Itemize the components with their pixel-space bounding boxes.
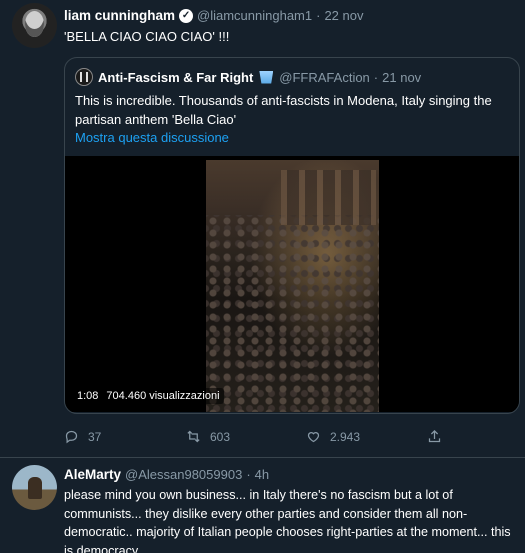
share-button[interactable] (427, 429, 442, 444)
reply-button[interactable]: 37 (64, 429, 101, 444)
reply-text: please mind you own business... in Italy… (64, 488, 511, 553)
quote-header: Anti-Fascism & Far Right @FFRAFAction · … (75, 68, 421, 86)
avatar[interactable] (12, 465, 57, 510)
separator-dot: · (373, 69, 379, 85)
show-thread-link[interactable]: Mostra questa discussione (75, 130, 229, 145)
like-button[interactable]: 2.943 (306, 429, 360, 444)
quote-text: This is incredible. Thousands of anti-fa… (75, 93, 492, 127)
retweet-icon (187, 430, 200, 443)
share-icon (428, 429, 441, 443)
quote-avatar[interactable] (75, 68, 93, 86)
reply-time[interactable]: 4h (255, 467, 269, 482)
author-handle[interactable]: @liamcunningham1 (197, 8, 312, 23)
quote-author-handle[interactable]: @FFRAFAction (279, 70, 370, 85)
separator-dot: · (246, 467, 251, 482)
main-tweet[interactable]: liam cunningham ✓ @liamcunningham1 · 22 … (0, 0, 525, 458)
tweet-header: liam cunningham ✓ @liamcunningham1 · 22 … (64, 8, 364, 23)
retweet-button[interactable]: 603 (186, 429, 230, 444)
glass-icon (259, 70, 274, 84)
video-duration: 1:08 (77, 390, 99, 402)
avatar[interactable] (12, 3, 57, 48)
author-name[interactable]: liam cunningham (64, 8, 175, 23)
tweet-text: 'BELLA CIAO CIAO CIAO' !!! (64, 29, 230, 44)
reply-header: AleMarty @Alessan98059903 · 4h (64, 467, 269, 482)
reply-author-handle[interactable]: @Alessan98059903 (125, 467, 242, 482)
tweet-time[interactable]: 22 nov (324, 8, 363, 23)
quote-time[interactable]: 21 nov (382, 70, 421, 85)
reply-tweet[interactable]: AleMarty @Alessan98059903 · 4h please mi… (0, 458, 525, 553)
quoted-tweet[interactable]: Anti-Fascism & Far Right @FFRAFAction · … (64, 57, 520, 414)
video-meta: 1:08 704.460 visualizzazioni (73, 388, 224, 404)
video-player[interactable]: 1:08 704.460 visualizzazioni (65, 156, 519, 412)
video-views: 704.460 visualizzazioni (106, 390, 220, 402)
like-icon (307, 432, 320, 443)
reply-icon (65, 430, 78, 444)
retweet-count: 603 (210, 429, 231, 444)
video-frame (206, 160, 379, 412)
reply-author-name[interactable]: AleMarty (64, 467, 121, 482)
separator-dot: · (316, 8, 321, 23)
reply-count: 37 (88, 429, 102, 444)
like-count: 2.943 (330, 429, 361, 444)
quote-author-name[interactable]: Anti-Fascism & Far Right (98, 70, 253, 85)
tweet-actions: 37 603 2.943 (64, 429, 464, 449)
verified-icon: ✓ (179, 8, 194, 23)
